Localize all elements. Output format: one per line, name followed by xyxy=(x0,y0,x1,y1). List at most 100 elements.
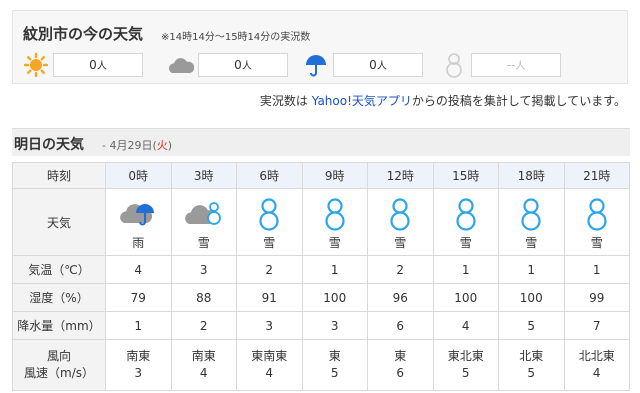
current-weather-panel: 紋別市の今の天気 ※14時14分～15時14分の実況数 0人 0人 0人 --人 xyxy=(12,10,628,84)
temp-cell: 2 xyxy=(236,255,303,284)
humidity-cell: 79 xyxy=(105,283,172,312)
row-label-time: 時刻 xyxy=(12,162,106,189)
wind-direction: 北東 xyxy=(519,349,544,363)
row-label-weather: 天気 xyxy=(12,188,106,256)
humidity-cell: 91 xyxy=(236,283,303,312)
row-label-wind: 風向 風速（m/s） xyxy=(12,339,106,391)
sunny-count: 0人 xyxy=(53,53,143,77)
wind-cell: 北北東 4 xyxy=(563,339,630,391)
temp-cell: 3 xyxy=(170,255,237,284)
wind-speed: 5 xyxy=(527,366,536,380)
wind-speed: 5 xyxy=(330,366,339,380)
snowman-icon xyxy=(456,198,476,231)
wind-cell: 東5 xyxy=(301,339,368,391)
precip-cell: 3 xyxy=(236,311,303,340)
humidity-cell: 96 xyxy=(367,283,434,312)
snowman-icon xyxy=(325,198,345,231)
weather-text: 雨 xyxy=(132,236,145,250)
wind-speed: 4 xyxy=(592,366,601,380)
wind-direction: 北北東 xyxy=(578,349,615,363)
data-source-note: 実況数は Yahoo!天気アプリからの投稿を集計して掲載しています。 xyxy=(259,94,626,108)
row-label-precipitation: 降水量（mm） xyxy=(12,311,106,340)
weather-text: 雪 xyxy=(459,236,472,250)
snowman-icon xyxy=(587,198,607,231)
wind-direction: 南東 xyxy=(126,349,151,363)
temp-cell: 1 xyxy=(563,255,630,284)
row-label-temperature: 気温（℃） xyxy=(12,255,106,284)
precip-cell: 2 xyxy=(170,311,237,340)
temp-cell: 2 xyxy=(367,255,434,284)
weather-text: 雪 xyxy=(328,236,341,250)
wind-speed: 6 xyxy=(396,366,405,380)
wind-direction: 東南東 xyxy=(251,349,288,363)
precip-cell: 6 xyxy=(367,311,434,340)
hour-cell: 6時 xyxy=(236,162,303,189)
wind-speed: 3 xyxy=(134,366,143,380)
weather-cell: 雪 xyxy=(170,188,237,256)
snow-cloud-icon xyxy=(184,202,221,225)
humidity-cell: 100 xyxy=(498,283,565,312)
wind-direction: 東 xyxy=(394,349,407,363)
humidity-cell: 100 xyxy=(301,283,368,312)
wind-speed: 4 xyxy=(265,366,274,380)
wind-cell: 東6 xyxy=(367,339,434,391)
rainy-count: 0人 xyxy=(333,53,423,77)
humidity-row: 湿度（%） 79 88 91 100 96 100 100 99 xyxy=(12,283,630,312)
cloudy-count: 0人 xyxy=(198,53,288,77)
snowman-icon xyxy=(259,198,279,231)
wind-direction: 東北東 xyxy=(447,349,484,363)
wind-speed: 5 xyxy=(461,366,470,380)
weather-row: 天気 雨 雪 雪 雪 雪 雪 雪 雪 xyxy=(12,188,630,256)
temperature-row: 気温（℃） 4 3 2 1 2 1 1 1 xyxy=(12,255,630,284)
weather-cell: 雨 xyxy=(105,188,172,256)
wind-direction: 南東 xyxy=(191,349,216,363)
wind-row: 風向 風速（m/s） 南東 3 南東 4 東南東 4 東5 東6 東北東 5 北東 5 北北… xyxy=(12,339,630,391)
weather-text: 雪 xyxy=(394,236,407,250)
wind-speed: 4 xyxy=(199,366,208,380)
snowman-icon xyxy=(446,53,462,78)
hour-cell: 12時 xyxy=(367,162,434,189)
weather-text: 雪 xyxy=(197,236,210,250)
hour-cell: 15時 xyxy=(432,162,499,189)
weather-text: 雪 xyxy=(263,236,276,250)
precip-cell: 1 xyxy=(105,311,172,340)
wind-direction: 東 xyxy=(328,349,341,363)
wind-cell: 東南東 4 xyxy=(236,339,303,391)
report-period-note: ※14時14分～15時14分の実況数 xyxy=(161,32,311,43)
precipitation-row: 降水量（mm） 1 2 3 3 6 4 5 7 xyxy=(12,311,630,340)
hour-cell: 3時 xyxy=(170,162,237,189)
humidity-cell: 88 xyxy=(170,283,237,312)
hour-cell: 21時 xyxy=(563,162,630,189)
forecast-header: 明日の天気 - 4月29日(火) xyxy=(12,128,630,156)
wind-cell: 南東 3 xyxy=(105,339,172,391)
temp-cell: 1 xyxy=(498,255,565,284)
report-counts: 0人 0人 0人 --人 xyxy=(23,51,623,79)
precip-cell: 4 xyxy=(432,311,499,340)
humidity-cell: 99 xyxy=(563,283,630,312)
rain-cloud-icon xyxy=(120,204,155,226)
weather-cell: 雪 xyxy=(301,188,368,256)
precip-cell: 7 xyxy=(563,311,630,340)
forecast-title: 明日の天気 xyxy=(14,137,84,153)
umbrella-icon xyxy=(306,55,326,77)
weather-cell: 雪 xyxy=(498,188,565,256)
hour-cell: 0時 xyxy=(105,162,172,189)
weather-cell: 雪 xyxy=(563,188,630,256)
temp-cell: 1 xyxy=(301,255,368,284)
hour-cell: 18時 xyxy=(498,162,565,189)
forecast-date: - 4月29日(火) xyxy=(102,139,173,152)
temp-cell: 4 xyxy=(105,255,172,284)
hour-cell: 9時 xyxy=(301,162,368,189)
forecast-table: 時刻 0時 3時 6時 9時 12時 15時 18時 21時 天気 雨 雪 雪 … xyxy=(12,162,630,391)
weather-cell: 雪 xyxy=(367,188,434,256)
cloud-icon xyxy=(169,58,194,73)
snowy-count: --人 xyxy=(471,53,561,77)
current-weather-title: 紋別市の今の天気 xyxy=(23,25,144,43)
precip-cell: 5 xyxy=(498,311,565,340)
weather-app-link[interactable]: Yahoo!天気アプリ xyxy=(312,94,412,108)
humidity-cell: 100 xyxy=(432,283,499,312)
weather-text: 雪 xyxy=(590,236,603,250)
precip-cell: 3 xyxy=(301,311,368,340)
weather-cell: 雪 xyxy=(432,188,499,256)
hours-row: 時刻 0時 3時 6時 9時 12時 15時 18時 21時 xyxy=(12,162,630,189)
